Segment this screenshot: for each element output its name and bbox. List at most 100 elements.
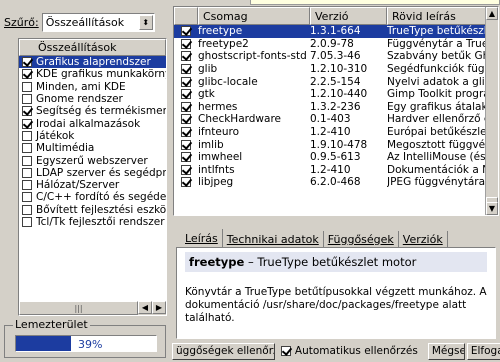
group-checkbox[interactable] <box>22 81 32 92</box>
group-checkbox[interactable] <box>22 57 32 68</box>
package-row[interactable]: glib 1.2.10-310 Segédfunkciók függ <box>174 63 498 76</box>
group-checkbox[interactable] <box>22 204 32 215</box>
group-checkbox[interactable] <box>22 143 32 154</box>
package-check-cell[interactable] <box>174 101 198 112</box>
package-check-cell[interactable] <box>174 177 198 188</box>
package-checkbox[interactable] <box>181 114 191 125</box>
package-row[interactable]: glibc-locale 2.2.5-154 Nyelvi adatok a gli… <box>174 75 498 88</box>
package-checkbox[interactable] <box>181 89 191 100</box>
group-item[interactable]: KDE grafikus munkakörnyezet <box>19 68 166 80</box>
package-checkbox[interactable] <box>181 127 191 138</box>
group-checkbox[interactable] <box>22 167 32 178</box>
check-dependencies-button[interactable]: üggőségek ellenőrzé <box>172 342 275 360</box>
package-check-cell[interactable] <box>174 89 198 100</box>
package-row[interactable]: ifnteuro 1.2-410 Európai betűkészlet <box>174 126 498 139</box>
groups-items: Grafikus alaprendszer KDE grafikus munkak… <box>19 56 166 228</box>
package-check-cell[interactable] <box>174 139 198 150</box>
package-check-cell[interactable] <box>174 38 198 49</box>
groups-header[interactable]: Összeállítások <box>19 39 166 56</box>
package-checkbox[interactable] <box>181 177 191 188</box>
group-item[interactable]: C/C++ fordító és segédeszközök <box>19 191 166 203</box>
group-checkbox[interactable] <box>22 192 32 203</box>
group-checkbox[interactable] <box>22 217 32 227</box>
group-item[interactable]: Gnome rendszer <box>19 93 166 105</box>
group-checkbox[interactable] <box>22 155 32 166</box>
package-row[interactable]: freetype2 2.0.9-78 Függvénytár a TrueType <box>174 38 498 51</box>
package-name: imwheel <box>198 151 243 164</box>
package-check-cell[interactable] <box>174 26 198 37</box>
package-row[interactable]: imlib 1.9.10-478 Megosztott függvén <box>174 138 498 151</box>
group-checkbox[interactable] <box>22 130 32 141</box>
group-item[interactable]: LDAP szerver és segédprogramok <box>19 167 166 179</box>
updown-arrow-icon[interactable]: ⬍ <box>138 14 153 30</box>
package-checkbox[interactable] <box>181 38 191 49</box>
package-check-cell[interactable] <box>174 152 198 163</box>
tab-1[interactable]: Technikai adatok <box>223 231 324 247</box>
column-header-version[interactable]: Verzió <box>310 7 387 25</box>
cancel-button[interactable]: Mégsem <box>427 342 465 360</box>
package-check-cell[interactable] <box>174 114 198 125</box>
tab-2[interactable]: Függőségek <box>324 231 399 247</box>
column-header-description[interactable]: Rövid leírás <box>387 7 487 25</box>
package-description: Függvénytár a TrueType <box>387 37 487 50</box>
scroll-up-icon[interactable]: ▲ <box>486 7 498 20</box>
filter-select[interactable]: Összeállítások ⬍ <box>41 12 155 32</box>
tab-0[interactable]: Leírás <box>181 229 223 247</box>
package-checkbox[interactable] <box>181 64 191 75</box>
group-item[interactable]: Multimédia <box>19 142 166 154</box>
group-item[interactable]: Irodai alkalmazások <box>19 117 166 130</box>
groups-list[interactable]: Összeállítások Grafikus alaprendszer KDE … <box>18 38 167 316</box>
auto-check-toggle[interactable]: Automatikus ellenőrzés <box>280 345 418 357</box>
group-checkbox[interactable] <box>22 118 32 129</box>
scroll-down-icon[interactable]: ▼ <box>486 202 498 215</box>
group-item[interactable]: Grafikus alaprendszer <box>19 56 166 69</box>
package-check-cell[interactable] <box>174 127 198 138</box>
package-row[interactable]: freetype 1.3.1-664 TrueType betűkészlet <box>174 25 498 38</box>
group-checkbox[interactable] <box>22 180 32 191</box>
column-header-package[interactable]: Csomag <box>198 7 310 25</box>
package-check-cell[interactable] <box>174 164 198 175</box>
package-row[interactable]: CheckHardware 0.1-403 Hardver ellenőrző e <box>174 113 498 126</box>
group-item[interactable]: Hálózat/Szerver <box>19 179 166 191</box>
package-table[interactable]: Csomag Verzió Rövid leírás freetype 1.3.1… <box>173 6 499 216</box>
package-vertical-scrollbar[interactable]: ▲ ▼ <box>485 7 498 215</box>
group-item[interactable]: Segítség és termékismertető <box>19 105 166 117</box>
filter-select-value: Összeállítások <box>45 15 125 29</box>
package-checkbox[interactable] <box>181 101 191 112</box>
package-row[interactable]: gtk 1.2.10-440 Gimp Toolkit progra <box>174 88 498 101</box>
tab-3[interactable]: Verziók <box>399 231 448 247</box>
scroll-left-icon[interactable]: ◀ <box>138 301 152 314</box>
package-checkbox[interactable] <box>181 139 191 150</box>
group-item[interactable]: Tcl/Tk fejlesztői rendszer <box>19 216 166 228</box>
package-row[interactable]: libjpeg 6.2.0-468 JPEG függvénytára <box>174 176 498 189</box>
package-checkbox[interactable] <box>181 26 191 37</box>
package-checkbox[interactable] <box>181 51 191 62</box>
group-item-label: Bővített fejlesztési eszközök <box>36 203 166 216</box>
group-item[interactable]: Játékok <box>19 130 166 142</box>
group-checkbox[interactable] <box>22 69 32 80</box>
package-checkbox[interactable] <box>181 76 191 87</box>
scroll-right-icon[interactable]: ▶ <box>152 301 166 314</box>
package-row[interactable]: ghostscript-fonts-std 7.05.3-46 Szabvány b… <box>174 50 498 63</box>
group-checkbox[interactable] <box>22 106 32 117</box>
group-checkbox[interactable] <box>22 94 32 105</box>
group-item[interactable]: Bővített fejlesztési eszközök <box>19 204 166 216</box>
package-row[interactable]: imwheel 0.9.5-613 Az IntelliMouse (és <box>174 151 498 164</box>
scrollbar-thumb[interactable]: ||| <box>19 301 138 315</box>
group-item[interactable]: Minden, ami KDE <box>19 81 166 93</box>
package-checkbox[interactable] <box>181 164 191 175</box>
group-item[interactable]: Egyszerű webszerver <box>19 154 166 167</box>
package-check-cell[interactable] <box>174 51 198 62</box>
package-check-cell[interactable] <box>174 64 198 75</box>
package-checkbox[interactable] <box>181 152 191 163</box>
package-row[interactable]: intlfnts 1.2-410 Dokumentációk a N <box>174 164 498 177</box>
package-description: Segédfunkciók függ <box>387 63 487 76</box>
groups-horizontal-scrollbar[interactable]: ||| ◀ ▶ <box>19 301 166 315</box>
package-description: JPEG függvénytára <box>387 176 486 189</box>
package-name: glib <box>198 63 218 76</box>
package-check-cell[interactable] <box>174 76 198 87</box>
column-header-check[interactable] <box>174 7 198 25</box>
package-row[interactable]: hermes 1.3.2-236 Egy grafikus átalak <box>174 101 498 114</box>
auto-check-checkbox[interactable] <box>280 346 291 356</box>
accept-button[interactable]: Elfogad <box>466 342 500 360</box>
